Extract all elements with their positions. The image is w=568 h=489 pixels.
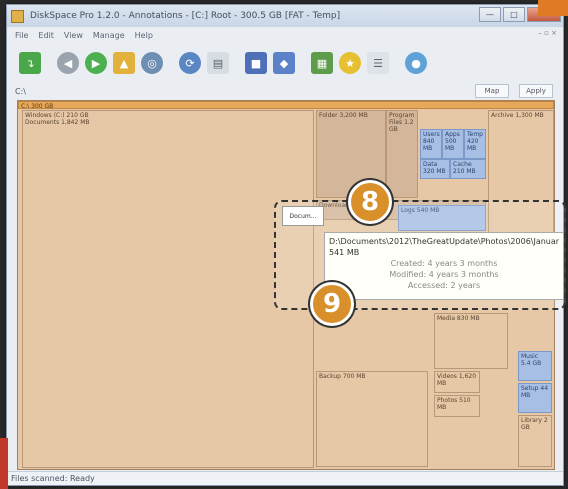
treemap-cell[interactable]: Library 2 GB xyxy=(518,415,552,467)
path-bar: C:\ Map Apply xyxy=(7,83,563,99)
menu-item-manage[interactable]: Manage xyxy=(93,31,125,40)
menu-item-view[interactable]: View xyxy=(64,31,83,40)
treemap-cell[interactable]: Music 5.4 GB xyxy=(518,351,552,381)
title-bar: DiskSpace Pro 1.2.0 - Annotations - [C:]… xyxy=(7,5,563,27)
treemap-cell[interactable]: Photos 510 MB xyxy=(434,395,480,417)
treemap-cell[interactable]: Program Files 1.2 GB xyxy=(386,110,418,198)
toolbar-separator xyxy=(235,52,239,74)
blocks-icon[interactable]: ▦ xyxy=(311,52,333,74)
tooltip-path: D:\Documents\2012\TheGreatUpdate\Photos\… xyxy=(329,237,559,246)
treemap-cell[interactable]: Apps 500 MB xyxy=(442,129,464,159)
toolbar: ↴ ◀ ▶ ▲ ◎ ⟳ ▤ ■ ◆ ▦ ★ ☰ ● xyxy=(7,45,563,81)
back-icon[interactable]: ◀ xyxy=(57,52,79,74)
toolbar-separator xyxy=(301,52,305,74)
folder-up-icon[interactable]: ▲ xyxy=(113,52,135,74)
menu-bar: File Edit View Manage Help – ▫ × xyxy=(7,27,563,43)
shield-icon[interactable]: ◆ xyxy=(273,52,295,74)
file-tooltip: D:\Documents\2012\TheGreatUpdate\Photos\… xyxy=(324,232,564,300)
left-edge-accent xyxy=(0,438,8,489)
path-input[interactable]: C:\ xyxy=(15,87,26,96)
treemap-cell[interactable]: Videos 1,620 MB xyxy=(434,371,480,393)
status-text: Files scanned: Ready xyxy=(11,474,95,483)
map-button[interactable]: Map xyxy=(475,84,509,98)
menu-item-file[interactable]: File xyxy=(15,31,28,40)
treemap-root[interactable]: C:\ 300 GB xyxy=(18,101,554,109)
treemap-cell[interactable]: Users 840 MB xyxy=(420,129,442,159)
step-badge-8: 8 xyxy=(348,180,392,224)
treemap-cell[interactable]: Data 320 MB xyxy=(420,159,450,179)
apply-button[interactable]: Apply xyxy=(519,84,553,98)
treemap-cell[interactable]: Backup 700 MB xyxy=(316,371,428,467)
tooltip-accessed: Accessed: 2 years xyxy=(407,281,481,290)
treemap-cell[interactable]: Setup 44 MB xyxy=(518,383,552,413)
maximize-button[interactable]: □ xyxy=(503,7,525,22)
list-icon[interactable]: ☰ xyxy=(367,52,389,74)
mdi-controls[interactable]: – ▫ × xyxy=(538,29,557,37)
forward-icon[interactable]: ▶ xyxy=(85,52,107,74)
treemap-cell[interactable]: Windows (C:) 210 GB Documents 1,842 MB xyxy=(22,110,314,468)
window-title: DiskSpace Pro 1.2.0 - Annotations - [C:]… xyxy=(30,11,341,21)
tooltip-modified: Modified: 4 years 3 months xyxy=(389,270,499,279)
menu-item-help[interactable]: Help xyxy=(135,31,153,40)
cube-icon[interactable]: ■ xyxy=(245,52,267,74)
scan-icon[interactable]: ↴ xyxy=(19,52,41,74)
treemap-cell[interactable]: Temp 420 MB xyxy=(464,129,486,159)
tooltip-size: 541 MB xyxy=(329,248,360,257)
corner-tag xyxy=(538,0,568,16)
toolbar-separator xyxy=(169,52,173,74)
treemap-cell[interactable]: Cache 210 MB xyxy=(450,159,486,179)
minimize-button[interactable]: — xyxy=(479,7,501,22)
toolbar-separator xyxy=(47,52,51,74)
status-bar: Files scanned: Ready xyxy=(7,471,563,485)
treemap-cell[interactable]: Media 830 MB xyxy=(434,313,508,369)
folder-popup: Docum... xyxy=(282,206,324,226)
menu-item-edit[interactable]: Edit xyxy=(38,31,54,40)
document-icon[interactable]: ▤ xyxy=(207,52,229,74)
step-badge-9: 9 xyxy=(310,282,354,326)
globe-icon[interactable]: ● xyxy=(405,52,427,74)
refresh-drive-icon[interactable]: ◎ xyxy=(141,52,163,74)
refresh-icon[interactable]: ⟳ xyxy=(179,52,201,74)
star-icon[interactable]: ★ xyxy=(339,52,361,74)
toolbar-separator xyxy=(395,52,399,74)
app-icon xyxy=(11,9,24,23)
tooltip-created: Created: 4 years 3 months xyxy=(390,259,498,268)
